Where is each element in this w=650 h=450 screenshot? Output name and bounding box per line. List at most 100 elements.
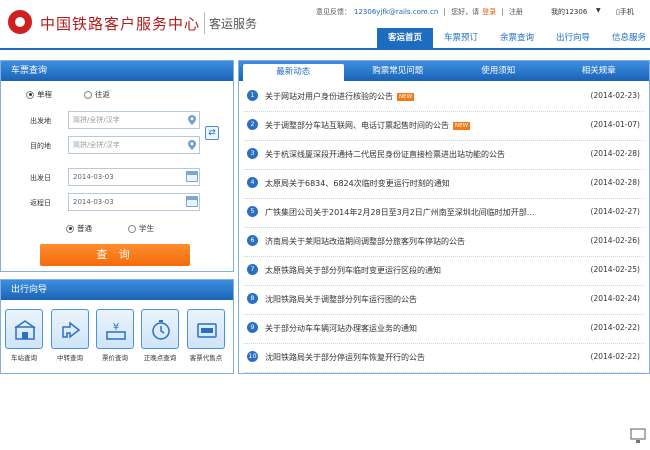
news-title: 关于杭深线厦深段开通持二代居民身份证直接检票进出站功能的公告 bbox=[265, 150, 505, 159]
register-link[interactable]: 注册 bbox=[509, 8, 523, 16]
my12306-menu[interactable]: 我的12306 bbox=[551, 7, 587, 17]
site-header: 中国铁路客户服务中心 客运服务 意见反馈： 12306yjfk@rails.com… bbox=[0, 0, 650, 50]
news-item[interactable]: 10 沈阳铁路局关于部分停运列车恢复开行的公告 (2014-02-22) bbox=[244, 344, 644, 373]
site-title[interactable]: 中国铁路客户服务中心 bbox=[40, 13, 200, 34]
separator: | bbox=[443, 8, 446, 16]
radio-unchecked-icon bbox=[128, 224, 136, 233]
news-title-link[interactable]: 关于调整部分车站互联网、电话订票起售时间的公告 NEW bbox=[265, 120, 471, 131]
radio-checked-icon bbox=[66, 224, 74, 233]
guide-station-query[interactable]: 车站查询 bbox=[5, 309, 43, 362]
news-title-link[interactable]: 关于网站对用户身份进行核验的公告 NEW bbox=[265, 91, 415, 102]
location-pin-icon[interactable] bbox=[188, 140, 196, 150]
news-number-badge: 3 bbox=[247, 148, 258, 159]
news-title: 关于调整部分车站互联网、电话订票起售时间的公告 bbox=[265, 121, 449, 130]
guide-ticket-agency[interactable]: 客票代售点 bbox=[187, 309, 225, 362]
news-date: (2014-02-22) bbox=[590, 323, 640, 332]
guide-transfer-query[interactable]: 中转查询 bbox=[51, 309, 89, 362]
student-label: 学生 bbox=[139, 224, 154, 233]
news-date: (2014-02-26) bbox=[590, 236, 640, 245]
nav-remaining-tickets[interactable]: 余票查询 bbox=[489, 28, 545, 48]
to-station-input[interactable]: 简拼/全拼/汉字 bbox=[68, 136, 200, 154]
return-date-input[interactable]: 2014-03-03 bbox=[68, 193, 200, 211]
login-link[interactable]: 登录 bbox=[482, 8, 496, 16]
news-item[interactable]: 6 济南局关于莱阳站改造期间调整部分旅客列车停站的公告 (2014-02-26) bbox=[244, 228, 644, 257]
news-number-badge: 5 bbox=[247, 206, 258, 217]
news-item[interactable]: 1 关于网站对用户身份进行核验的公告 NEW (2014-02-23) bbox=[244, 83, 644, 112]
from-station-input[interactable]: 简拼/全拼/汉字 bbox=[68, 111, 200, 129]
tab-usage-notes[interactable]: 使用须知 bbox=[448, 61, 549, 81]
site-subtitle: 客运服务 bbox=[209, 17, 258, 31]
news-item[interactable]: 9 关于部分动车车辆河站办理客运业务的通知 (2014-02-22) bbox=[244, 315, 644, 344]
location-pin-icon[interactable] bbox=[188, 115, 196, 125]
news-title-link[interactable]: 关于杭深线厦深段开通持二代居民身份证直接检票进出站功能的公告 bbox=[265, 149, 505, 160]
greeting-text: 您好，请 bbox=[451, 8, 480, 16]
news-title-link[interactable]: 太原局关于6834、6824次临时变更运行时刻的通知 bbox=[265, 178, 450, 189]
depart-date-input[interactable]: 2014-03-03 bbox=[68, 168, 200, 186]
news-number-badge: 1 bbox=[247, 90, 258, 101]
news-number-badge: 7 bbox=[247, 264, 258, 275]
guide-station-label: 车站查询 bbox=[11, 354, 37, 362]
station-icon bbox=[14, 320, 36, 340]
nav-travel-guide[interactable]: 出行向导 bbox=[545, 28, 601, 48]
news-item[interactable]: 5 广铁集团公司关于2014年2月28日至3月2日广州南至深圳北间临时加开部...… bbox=[244, 199, 644, 228]
news-number-badge: 4 bbox=[247, 177, 258, 188]
nav-info-service[interactable]: 信息服务 bbox=[601, 28, 650, 48]
separator: | bbox=[501, 8, 504, 16]
ticket-agency-icon bbox=[197, 323, 217, 338]
news-title: 济南局关于莱阳站改造期间调整部分旅客列车停站的公告 bbox=[265, 237, 465, 246]
guide-price-query[interactable]: ¥ 票价查询 bbox=[96, 309, 134, 362]
news-title: 关于部分动车车辆河站办理客运业务的通知 bbox=[265, 324, 417, 333]
news-item[interactable]: 7 太原铁路局关于部分列车临时变更运行区段的通知 (2014-02-25) bbox=[244, 257, 644, 286]
news-title-link[interactable]: 沈阳铁路局关于部分停运列车恢复开行的公告 bbox=[265, 352, 425, 363]
news-title-link[interactable]: 济南局关于莱阳站改造期间调整部分旅客列车停站的公告 bbox=[265, 236, 465, 247]
clock-icon bbox=[152, 320, 170, 340]
top-links: 意见反馈： 12306yjfk@rails.com.cn | 您好，请 登录 | 注… bbox=[316, 7, 526, 17]
ticket-query-title: 车票查询 bbox=[1, 61, 233, 81]
title-divider bbox=[204, 12, 205, 34]
nav-booking[interactable]: 车票预订 bbox=[433, 28, 489, 48]
return-date-label: 返程日 bbox=[30, 199, 51, 207]
tab-regulations[interactable]: 相关规章 bbox=[549, 61, 650, 81]
guide-price-label: 票价查询 bbox=[102, 354, 128, 362]
news-title-link[interactable]: 关于部分动车车辆河站办理客运业务的通知 bbox=[265, 323, 417, 334]
student-ticket-radio[interactable]: 学生 bbox=[128, 223, 154, 234]
query-button[interactable]: 查 询 bbox=[40, 244, 190, 266]
feedback-email-link[interactable]: 12306yjfk@rails.com.cn bbox=[354, 8, 438, 16]
news-title: 太原铁路局关于部分列车临时变更运行区段的通知 bbox=[265, 266, 441, 275]
news-item[interactable]: 3 关于杭深线厦深段开通持二代居民身份证直接检票进出站功能的公告 (2014-02-… bbox=[244, 141, 644, 170]
calendar-icon[interactable] bbox=[186, 171, 198, 182]
one-way-radio[interactable]: 单程 bbox=[26, 89, 52, 100]
swap-stations-icon[interactable]: ⇄ bbox=[205, 126, 219, 140]
news-title-link[interactable]: 沈阳铁路局关于调整部分列车运行图的公告 bbox=[265, 294, 417, 305]
normal-ticket-radio[interactable]: 普通 bbox=[66, 223, 92, 234]
tab-latest-news[interactable]: 最新动态 bbox=[243, 64, 344, 81]
mobile-label: 手机 bbox=[619, 8, 634, 16]
news-item[interactable]: 4 太原局关于6834、6824次临时变更运行时刻的通知 (2014-02-28) bbox=[244, 170, 644, 199]
news-date: (2014-01-07) bbox=[590, 120, 640, 129]
news-number-badge: 2 bbox=[247, 119, 258, 130]
news-number-badge: 8 bbox=[247, 293, 258, 304]
news-title-link[interactable]: 广铁集团公司关于2014年2月28日至3月2日广州南至深圳北间临时加开部... bbox=[265, 207, 534, 218]
calendar-icon[interactable] bbox=[186, 196, 198, 207]
chevron-down-icon[interactable]: ▼ bbox=[596, 7, 601, 14]
news-title-link[interactable]: 太原铁路局关于部分列车临时变更运行区段的通知 bbox=[265, 265, 441, 276]
round-trip-label: 往返 bbox=[95, 90, 110, 99]
railway-logo-icon[interactable] bbox=[8, 10, 32, 34]
news-item[interactable]: 8 沈阳铁路局关于调整部分列车运行图的公告 (2014-02-24) bbox=[244, 286, 644, 315]
tab-faq[interactable]: 购票常见问题 bbox=[348, 61, 449, 81]
nav-home[interactable]: 客运首页 bbox=[377, 28, 433, 48]
radio-unchecked-icon bbox=[84, 90, 92, 99]
round-trip-radio[interactable]: 往返 bbox=[84, 89, 110, 100]
mobile-link[interactable]: ▯手机 bbox=[616, 7, 634, 17]
guide-delay-query[interactable]: 正晚点查询 bbox=[141, 309, 179, 362]
main-nav: 客运首页 车票预订 余票查询 出行向导 信息服务 bbox=[377, 28, 650, 48]
nav-underline bbox=[0, 48, 650, 50]
new-badge: NEW bbox=[453, 121, 471, 130]
news-title: 广铁集团公司关于2014年2月28日至3月2日广州南至深圳北间临时加开部... bbox=[265, 208, 535, 217]
to-label: 目的地 bbox=[30, 142, 51, 150]
price-icon: ¥ bbox=[106, 322, 126, 340]
news-item[interactable]: 2 关于调整部分车站互联网、电话订票起售时间的公告 NEW (2014-01-07) bbox=[244, 112, 644, 141]
news-date: (2014-02-28) bbox=[590, 149, 640, 158]
news-number-badge: 9 bbox=[247, 322, 258, 333]
news-tabs: 最新动态 购票常见问题 使用须知 相关规章 bbox=[239, 61, 649, 81]
